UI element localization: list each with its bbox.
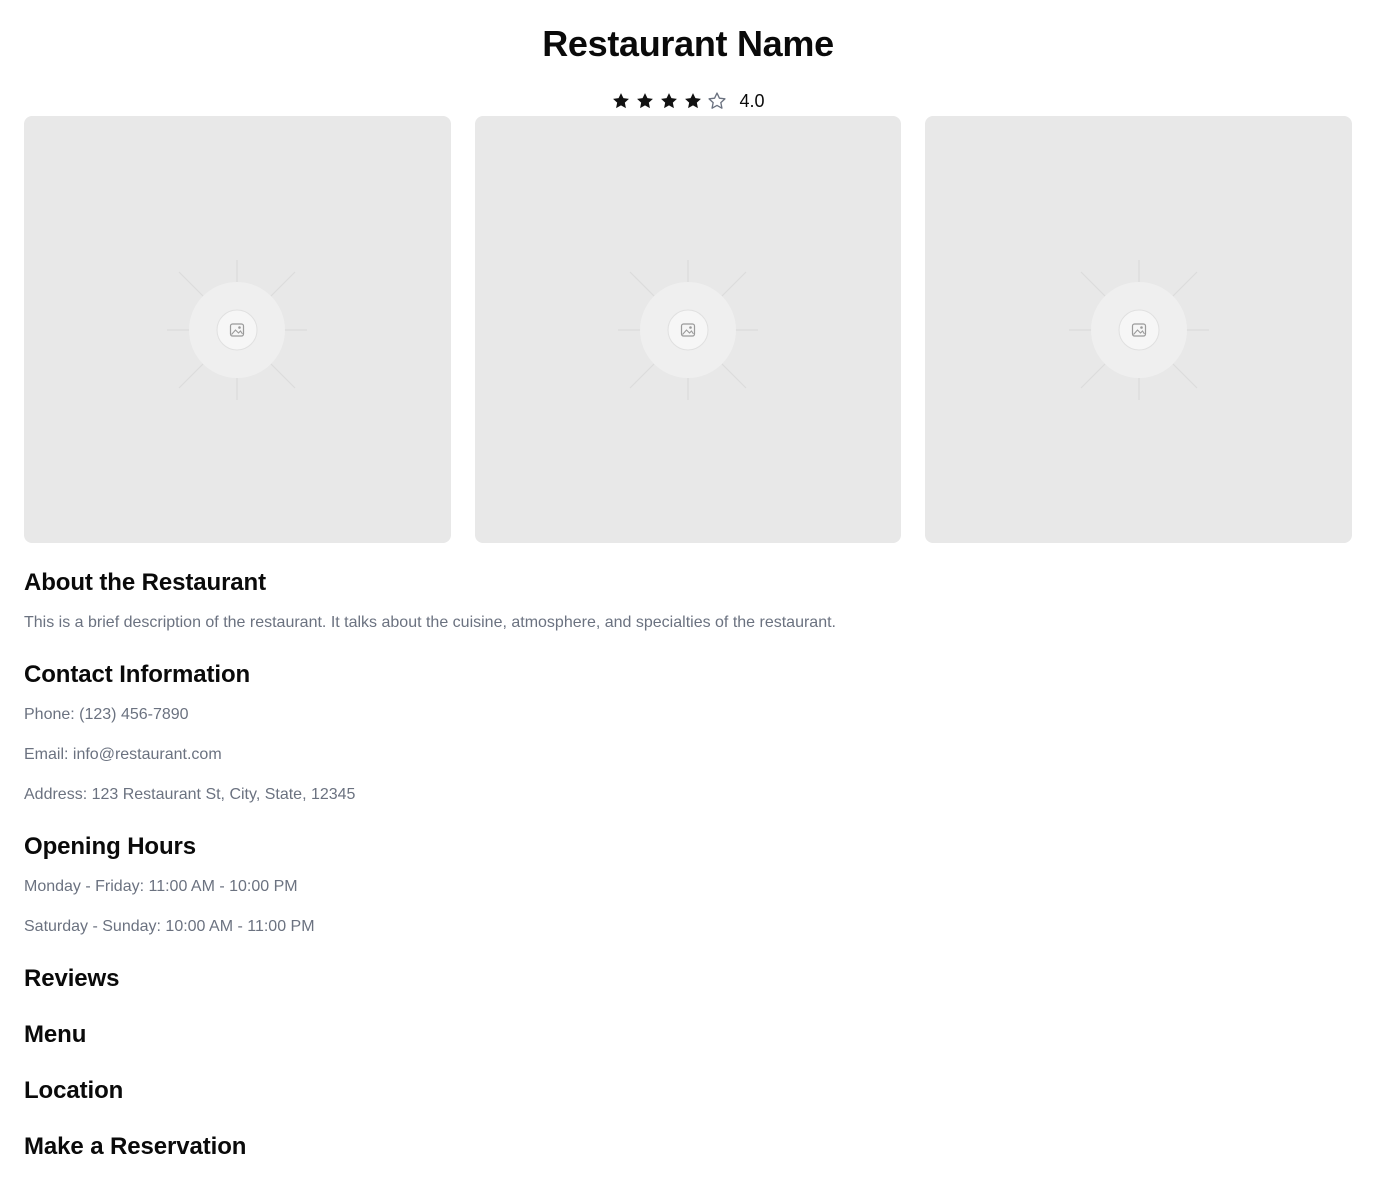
menu-heading: Menu: [24, 1021, 87, 1048]
restaurant-photo: [474, 116, 902, 543]
star-filled-icon: [637, 93, 654, 109]
image-placeholder-icon: [167, 259, 308, 400]
star-rating: [611, 91, 727, 111]
location-heading: Location: [24, 1077, 124, 1104]
contact-phone: Phone: (123) 456-7890: [24, 706, 189, 723]
reservation-heading: Make a Reservation: [24, 1133, 247, 1160]
restaurant-photo: [24, 116, 451, 543]
photo-gallery: [24, 116, 1353, 543]
reviews-heading: Reviews: [24, 965, 120, 992]
contact-email: Email: info@restaurant.com: [24, 746, 222, 763]
about-heading: About the Restaurant: [24, 569, 267, 596]
image-placeholder-icon: [1068, 259, 1209, 400]
image-placeholder-icon: [618, 259, 758, 400]
star-filled-icon: [685, 93, 702, 109]
restaurant-photo: [925, 116, 1353, 543]
restaurant-page: Restaurant Name 4.0 About the Restaurant…: [0, 0, 1376, 1199]
star-empty-icon: [708, 92, 727, 109]
star-filled-icon: [613, 93, 630, 109]
hours-weekdays: Monday - Friday: 11:00 AM - 10:00 PM: [24, 878, 298, 895]
contact-heading: Contact Information: [24, 661, 251, 688]
about-description: This is a brief description of the resta…: [24, 614, 836, 631]
page-title: Restaurant Name: [542, 23, 834, 64]
contact-address: Address: 123 Restaurant St, City, State,…: [24, 786, 356, 803]
hours-weekend: Saturday - Sunday: 10:00 AM - 11:00 PM: [24, 918, 315, 935]
rating: 4.0: [24, 89, 1352, 113]
hours-heading: Opening Hours: [24, 833, 197, 860]
rating-value: 4.0: [739, 91, 765, 111]
star-filled-icon: [661, 93, 678, 109]
